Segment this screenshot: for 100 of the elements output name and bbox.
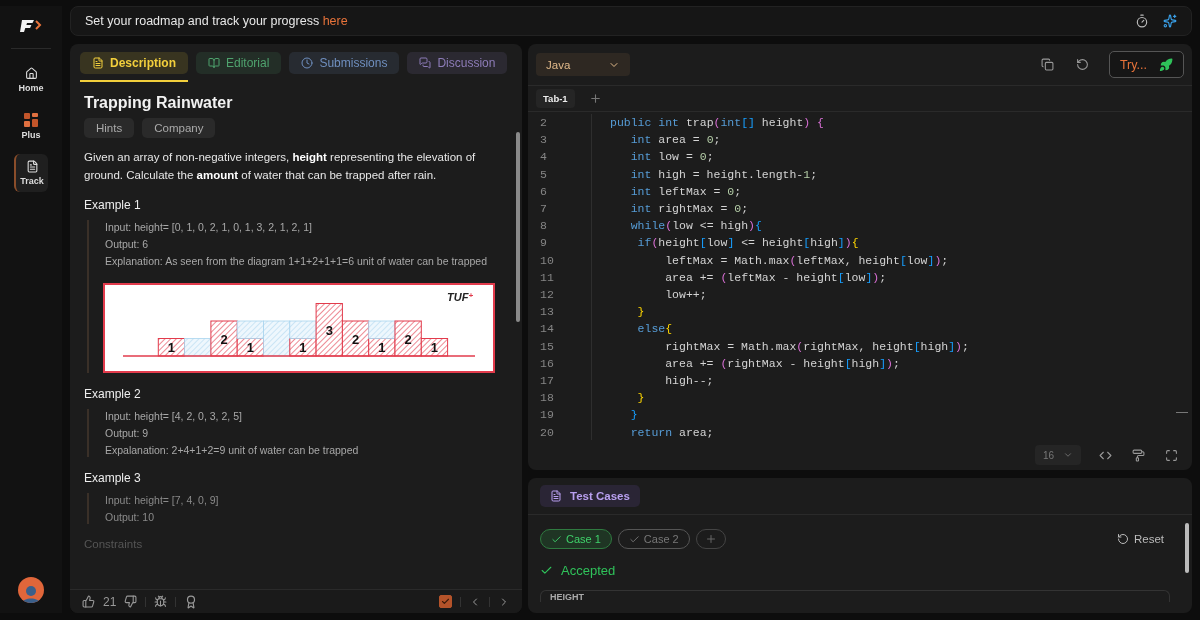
editor-tab[interactable]: Tab-1 [536,89,575,108]
grid-icon [24,113,38,127]
line-number: 9 [539,235,548,252]
line-number: 18 [539,390,555,407]
example-line: Explanation: As seen from the diagram 1+1+2+1+1=6 unit of water can be trapped [105,254,489,268]
bar-label: 1 [167,340,176,356]
home-icon [24,67,38,80]
section-heading: Constraints [84,538,144,550]
field-label: HEIGHT [550,592,584,602]
problem-statement: Given an array of non-negative integers, height representing the elevation of ground. Calculate the amount of water that can be trapped after rain. [84,150,477,183]
check-icon [441,597,450,606]
copy-button[interactable] [1038,56,1056,73]
line-number: 4 [539,149,548,166]
add-tab-icon[interactable] [588,92,602,105]
line-number: 2 [539,115,548,131]
format-button[interactable] [1130,446,1147,464]
like-icon[interactable] [82,595,95,608]
tag-button[interactable]: Company [142,118,216,138]
chevron-icon [1063,450,1073,460]
language-select[interactable]: Java [536,53,630,76]
sidebar-item[interactable]: Track [14,154,48,192]
bar-label: 2 [220,331,228,347]
line-number: 8 [539,218,548,235]
example-line: Output: 9 [105,426,150,440]
example-heading: Example 1 [84,198,142,212]
code-line: return area; [629,424,714,440]
code-line: if(height[low] <= height[high]){ [636,235,859,252]
banner-text: Set your roadmap and track your progress here [85,14,349,28]
line-number: 20 [539,424,555,440]
example-line: Expalanation: 2+4+1+2=9 unit of water can be trapped [105,443,360,457]
code-line: int rightMax = 0; [629,201,749,217]
line-number: 19 [539,407,555,424]
line-number: 10 [539,252,555,269]
code-line: area += (leftMax - height[low]); [664,269,887,286]
solved-checkbox[interactable] [439,595,452,608]
example-line: Output: 6 [105,237,150,251]
bar-label: 1 [246,340,254,356]
paint-roller-icon [1132,448,1145,462]
line-number: 3 [539,132,548,149]
code-line: int area = 0; [629,132,721,149]
sidebar-item[interactable]: Home [14,61,48,99]
scroll-marker [1176,412,1188,413]
bar-label: 2 [404,331,412,347]
example-line: Input: height= [4, 2, 0, 3, 2, 5] [105,409,243,423]
font-size-select[interactable]: 16 [1035,445,1081,465]
sidebar-item[interactable]: Plus [14,107,48,146]
line-number: 16 [539,355,555,372]
link[interactable]: here [322,14,348,28]
timer-icon[interactable] [1135,14,1149,28]
reset-icon [1075,58,1089,71]
line-number: 12 [539,287,555,304]
fullscreen-icon [1165,448,1178,462]
try-button[interactable]: Try... [1108,51,1184,78]
elevation-bar [157,338,186,357]
tab[interactable]: Discussion [407,52,508,74]
avatar [18,577,44,603]
plus-icon [704,533,717,545]
example-heading: Example 3 [84,471,142,485]
verdict: Accepted [561,563,616,578]
water-bar [368,320,396,339]
tab[interactable]: Submissions [289,52,400,74]
like-count: 21 [103,594,117,609]
input-field[interactable] [540,590,1170,602]
bar-label: 1 [299,340,307,356]
logo-icon [19,18,43,34]
sparkle-icon[interactable] [1163,14,1177,28]
code-line: public int trap(int[] height) { [610,115,824,131]
case-tab[interactable]: Case 1 [540,529,612,549]
code-line: } [636,390,645,407]
line-number: 14 [539,321,555,338]
line-number: 11 [539,269,555,286]
book-icon [208,57,220,69]
reset-button[interactable]: Reset [1110,532,1170,546]
line-number: 15 [539,338,555,355]
bar-label: 2 [351,331,360,347]
example-line: Output: 10 [105,510,156,524]
tag-button[interactable]: Hints [84,118,135,138]
code-line: } [629,407,638,424]
code-line: int high = height.length-1; [629,166,818,183]
water-bar [184,338,212,357]
logo: TUF$^{+}$ [447,291,474,303]
tab[interactable]: Test Cases [540,485,640,507]
example-heading: Example 2 [84,387,142,401]
dislike-icon[interactable] [124,595,138,608]
check-icon [540,564,553,577]
code-line: rightMax = Math.max(rightMax, height[high]); [664,338,969,355]
rocket-icon [1159,57,1173,72]
bug-icon[interactable] [154,595,168,608]
bar-label: 1 [378,340,386,356]
chat-icon [419,57,432,69]
problem-title: Trapping Rainwater [84,94,234,112]
code-line: high--; [664,373,714,390]
tab[interactable]: Editorial [196,52,282,74]
reset-icon [1116,533,1129,545]
bar-label: 1 [430,340,439,356]
line-number: 17 [539,373,555,390]
line-number: 13 [539,304,555,321]
document-icon [25,160,39,173]
code-line: else{ [636,321,673,338]
code-line: leftMax = Math.max(leftMax, height[low]); [664,252,949,269]
